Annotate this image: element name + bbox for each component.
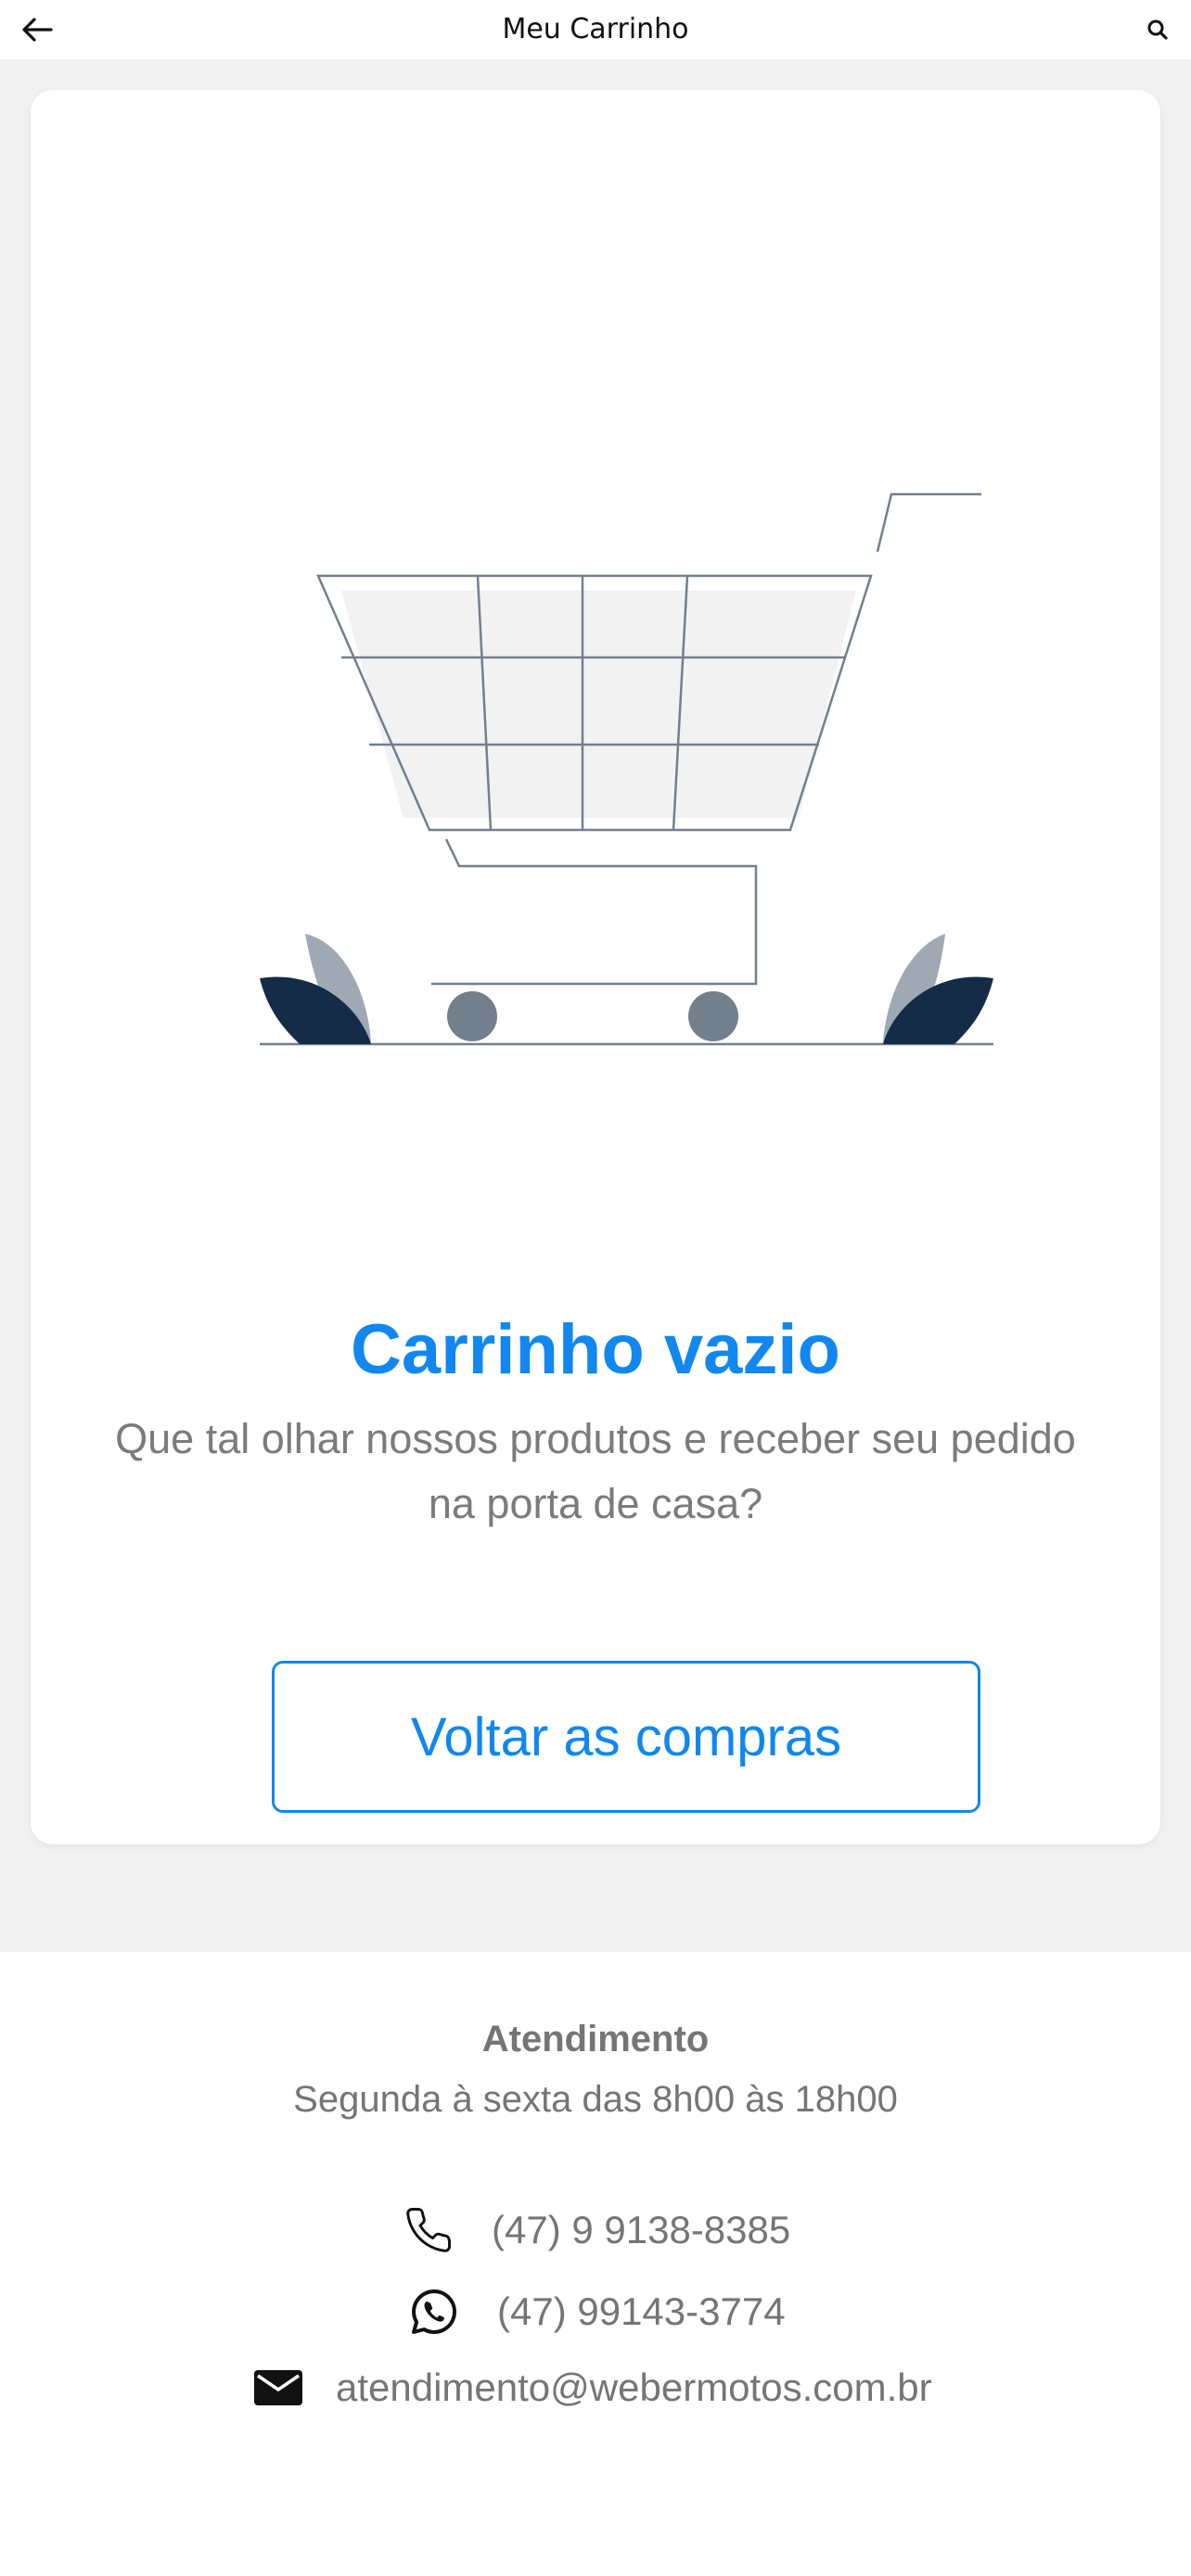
email-contact[interactable]: atendimento@webermotos.com.br [252,2362,932,2414]
phone-icon [403,2204,455,2256]
envelope-icon [252,2362,304,2414]
footer: Atendimento Segunda à sexta das 8h00 às … [0,1952,1191,2576]
empty-cart-illustration [260,492,993,1046]
email-address: atendimento@webermotos.com.br [336,2366,932,2409]
top-bar: Meu Carrinho [0,0,1191,59]
empty-cart-description: Que tal olhar nossos produtos e receber … [115,1415,1076,1527]
whatsapp-number: (47) 99143-3774 [497,2289,786,2333]
service-hours: Segunda à sexta das 8h00 às 18h00 [293,2079,898,2120]
empty-cart-card: Carrinho vazio Que tal olhar nossos prod… [31,90,1160,1844]
page-title: Meu Carrinho [502,13,689,45]
search-button[interactable] [1141,13,1174,46]
back-to-shopping-button[interactable]: Voltar as compras [272,1661,980,1813]
phone-contact[interactable]: (47) 9 9138-8385 [403,2204,790,2256]
phone-number: (47) 9 9138-8385 [492,2208,791,2251]
empty-cart-title: Carrinho vazio [351,1310,840,1389]
search-icon [1147,19,1168,40]
footer-title: Atendimento [481,2019,710,2060]
whatsapp-icon [408,2286,460,2338]
whatsapp-contact[interactable]: (47) 99143-3774 [408,2286,786,2338]
